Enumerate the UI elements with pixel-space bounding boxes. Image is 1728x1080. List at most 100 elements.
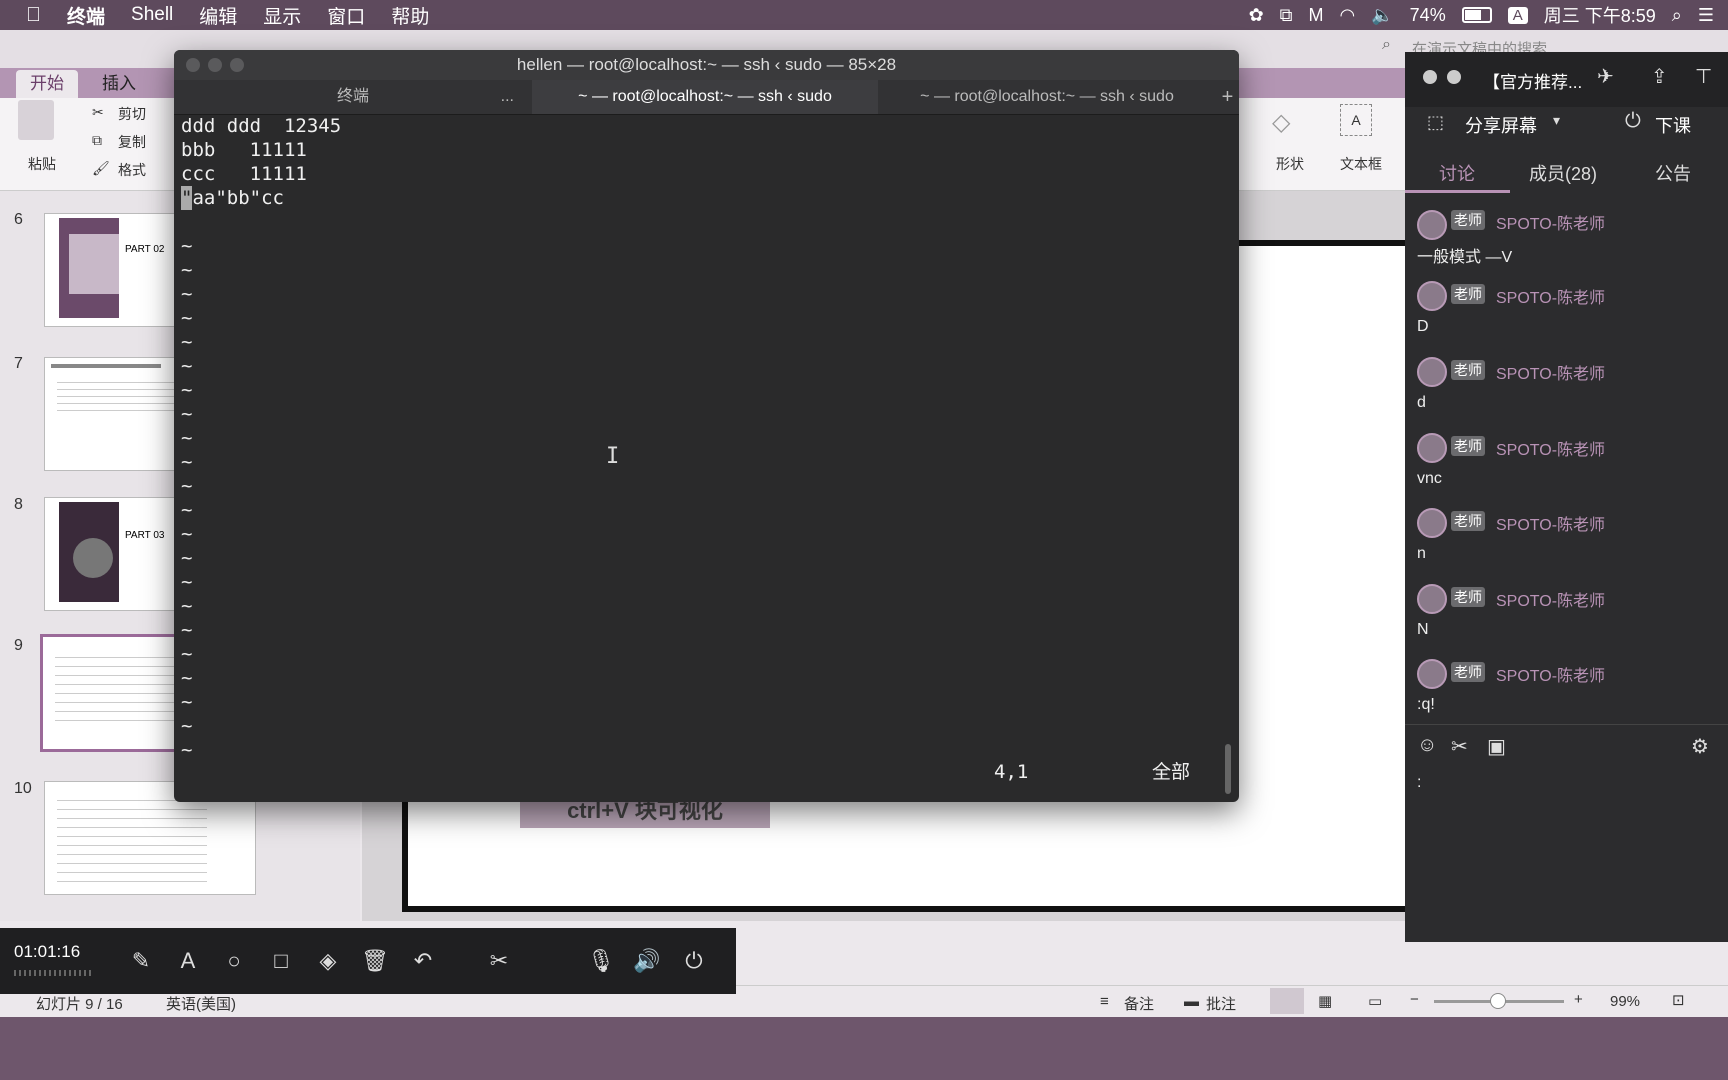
screen-icon[interactable]: ⧉ [1280, 5, 1293, 26]
apple-icon[interactable]:  [26, 4, 41, 27]
divider [1405, 724, 1728, 725]
spotlight-search-icon[interactable]: ⌕ [1672, 5, 1682, 26]
menu-edit[interactable]: 编辑 [199, 2, 237, 29]
chevron-down-icon[interactable]: ▾ [1553, 112, 1560, 129]
slide-number: 6 [14, 211, 23, 228]
zoom-in-icon[interactable]: + [1574, 991, 1583, 1008]
share-screen-icon[interactable]: ⬚ [1427, 112, 1444, 133]
paste-button[interactable]: 粘贴 [28, 154, 56, 174]
textbox-icon[interactable]: A [1340, 104, 1372, 136]
share-screen-button[interactable]: 分享屏幕 [1465, 112, 1537, 138]
normal-view-icon[interactable] [1270, 988, 1304, 1014]
circle-tool-icon[interactable]: ○ [219, 946, 249, 976]
settings-icon[interactable]: ⚙ [1691, 734, 1709, 759]
pin-icon[interactable]: ⊤ [1695, 64, 1712, 89]
terminal-content[interactable]: ddd ddd 12345 bbb 11111 ccc 11111 "aa"bb… [174, 114, 1239, 802]
terminal-tab-2[interactable]: ~ — root@localhost:~ — ssh ‹ sudo [532, 80, 878, 114]
eraser-icon[interactable]: ◈ [313, 946, 343, 976]
copy-icon[interactable]: ⧉ [92, 132, 102, 149]
m-app-icon[interactable]: M [1309, 5, 1324, 26]
close-button[interactable] [186, 58, 200, 72]
text-tool-icon[interactable]: A [173, 946, 203, 976]
zoom-out-icon[interactable]: − [1410, 991, 1419, 1008]
shape-button[interactable]: 形状 [1276, 154, 1304, 174]
scissors-icon[interactable]: ✂ [1451, 734, 1468, 759]
view-mode-indicator: 全部 [1152, 761, 1191, 783]
menu-window[interactable]: 窗口 [327, 2, 365, 29]
slideshow-icon[interactable]: ▭ [1368, 992, 1382, 1010]
clock[interactable]: 周三 下午8:59 [1544, 2, 1656, 28]
input-method-icon[interactable]: A [1507, 6, 1528, 24]
zoom-button[interactable] [230, 58, 244, 72]
notes-button[interactable]: 备注 [1124, 993, 1154, 1014]
shape-icon[interactable]: ◇ [1272, 108, 1290, 137]
trash-icon[interactable]: 🗑 [360, 946, 390, 976]
empty-line-marker: ~ [181, 667, 193, 689]
tools-icon[interactable]: ✂ [484, 946, 514, 976]
text-line-4-rest: aa"bb"cc [192, 187, 284, 209]
menu-view[interactable]: 显示 [263, 2, 301, 29]
tab-home[interactable]: 开始 [16, 70, 78, 98]
tab-members[interactable]: 成员(28) [1529, 160, 1597, 186]
terminal-titlebar: hellen — root@localhost:~ — ssh ‹ sudo —… [174, 50, 1239, 80]
slide-sorter-icon[interactable]: ▦ [1318, 992, 1332, 1010]
cursor-position: 4,1 [994, 761, 1029, 783]
empty-line-marker: ~ [181, 595, 193, 617]
copy-button[interactable]: 复制 [118, 132, 146, 152]
end-class-button[interactable]: 下课 [1655, 112, 1691, 138]
scrollbar[interactable] [1223, 119, 1233, 799]
chat-input[interactable]: : [1417, 774, 1421, 792]
terminal-tab-3[interactable]: ~ — root@localhost:~ — ssh ‹ sudo [878, 80, 1216, 114]
terminal-tab-1[interactable]: 终端 ... [174, 80, 532, 114]
microphone-icon[interactable]: 🎙 [586, 946, 616, 976]
format-painter-button[interactable]: 格式 [118, 160, 146, 180]
notes-icon[interactable]: ≡ [1100, 993, 1109, 1010]
fit-window-icon[interactable]: ⊡ [1672, 991, 1685, 1009]
tab-announcement[interactable]: 公告 [1655, 160, 1691, 186]
battery-icon[interactable] [1461, 7, 1492, 23]
minimize-button[interactable] [1447, 70, 1461, 84]
ppt-search-icon[interactable]: ⌕ [1382, 36, 1391, 54]
emoji-icon[interactable]: ☺ [1417, 734, 1437, 757]
sender-name: SPOTO-陈老师 [1496, 290, 1606, 307]
language-indicator[interactable]: 英语(美国) [166, 993, 236, 1014]
comments-button[interactable]: 批注 [1206, 993, 1236, 1014]
end-class-icon[interactable]: ⏻ [1625, 110, 1641, 133]
tab-more-icon[interactable]: ... [501, 80, 514, 114]
notification-center-icon[interactable]: ☰ [1698, 5, 1714, 26]
zoom-slider-thumb[interactable] [1490, 993, 1506, 1009]
volume-icon[interactable]: 🔈 [1371, 5, 1393, 26]
share-icon[interactable]: ⇪ [1651, 64, 1668, 89]
tab-discussion[interactable]: 讨论 [1439, 160, 1475, 186]
new-tab-icon[interactable]: + [1216, 80, 1239, 114]
image-icon[interactable]: ▣ [1487, 734, 1506, 759]
minimize-button[interactable] [208, 58, 222, 72]
textbox-button[interactable]: 文本框 [1340, 154, 1382, 174]
scrollbar-thumb[interactable] [1225, 744, 1231, 794]
pen-icon[interactable]: ✎ [126, 946, 156, 976]
send-icon[interactable]: ✈ [1597, 64, 1614, 89]
paste-icon[interactable] [18, 100, 54, 140]
comments-icon[interactable]: ▬ [1184, 993, 1199, 1010]
speaker-icon[interactable]: 🔊 [632, 946, 662, 976]
format-painter-icon[interactable]: 🖌 [92, 160, 110, 177]
cut-button[interactable]: 剪切 [118, 104, 146, 124]
cut-icon[interactable]: ✂ [92, 104, 104, 121]
zoom-level[interactable]: 99% [1610, 993, 1640, 1010]
tab-label: ~ — root@localhost:~ — ssh ‹ sudo [578, 88, 832, 105]
rectangle-tool-icon[interactable]: □ [266, 946, 296, 976]
close-button[interactable] [1423, 70, 1437, 84]
extension-icon[interactable]: ✿ [1249, 5, 1264, 26]
message-text: N [1417, 621, 1429, 638]
tab-label: ~ — root@localhost:~ — ssh ‹ sudo [920, 88, 1174, 105]
power-icon[interactable]: ⏻ [679, 946, 709, 976]
slide-thumbnail-label: PART 02 [125, 244, 165, 255]
menu-help[interactable]: 帮助 [391, 2, 429, 29]
wifi-icon[interactable]: ◠ [1340, 5, 1356, 26]
i-beam-cursor-icon: I [606, 444, 620, 469]
menu-shell[interactable]: Shell [131, 4, 173, 26]
app-name-menu[interactable]: 终端 [67, 2, 105, 29]
empty-line-marker: ~ [181, 403, 193, 425]
tab-insert[interactable]: 插入 [88, 70, 150, 98]
undo-icon[interactable]: ↶ [408, 946, 438, 976]
